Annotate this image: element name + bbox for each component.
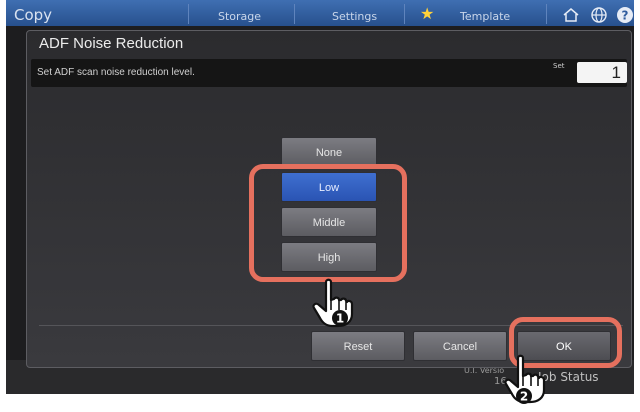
svg-text:?: ? bbox=[622, 9, 629, 23]
dialog-title: ADF Noise Reduction bbox=[39, 35, 184, 52]
job-status-button[interactable]: Job Status bbox=[538, 370, 599, 384]
cancel-button[interactable]: Cancel bbox=[413, 331, 507, 361]
pointing-hand-icon: 2 bbox=[504, 354, 546, 404]
globe-icon[interactable] bbox=[590, 6, 608, 24]
pointing-hand-icon: 1 bbox=[312, 278, 354, 328]
help-icon[interactable]: ? bbox=[616, 6, 634, 24]
option-none-button[interactable]: None bbox=[281, 137, 377, 167]
app-title: Copy bbox=[14, 6, 53, 24]
top-bar-separator bbox=[404, 4, 405, 24]
instruction-text: Set ADF scan noise reduction level. bbox=[37, 67, 195, 78]
top-bar-separator bbox=[294, 4, 295, 24]
reset-button[interactable]: Reset bbox=[311, 331, 405, 361]
tab-storage[interactable]: Storage bbox=[218, 10, 261, 23]
step-2-number: 2 bbox=[520, 390, 528, 404]
info-bar: Set ADF scan noise reduction level. Set … bbox=[31, 59, 627, 87]
home-icon[interactable] bbox=[562, 6, 580, 24]
tab-settings[interactable]: Settings bbox=[332, 10, 377, 23]
top-bar-separator bbox=[546, 4, 547, 24]
top-bar: Copy Storage Settings ★ Template ? bbox=[6, 0, 634, 26]
step-1-number: 1 bbox=[336, 312, 344, 326]
options-highlight bbox=[249, 164, 407, 282]
top-bar-separator bbox=[188, 4, 189, 24]
tab-template[interactable]: Template bbox=[460, 10, 510, 23]
set-value-display: 1 bbox=[577, 62, 627, 83]
star-icon[interactable]: ★ bbox=[420, 6, 434, 22]
set-label: Set bbox=[553, 62, 565, 70]
